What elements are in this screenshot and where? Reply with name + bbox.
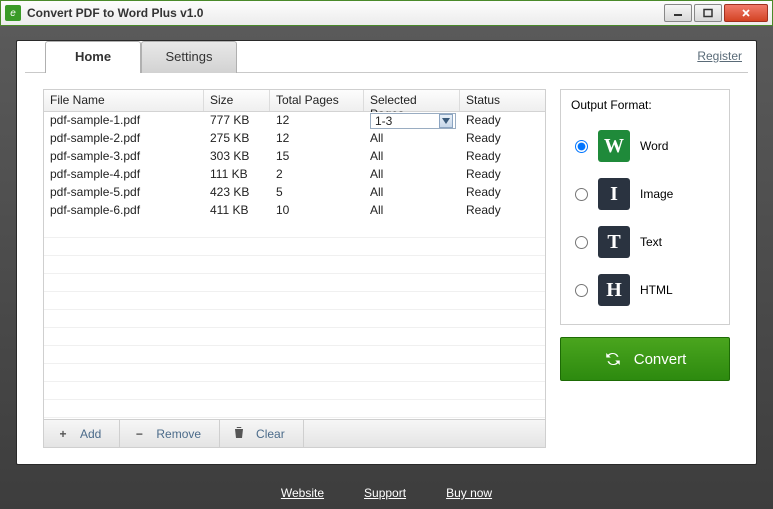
format-option-word[interactable]: W Word xyxy=(571,130,719,162)
footer: Website Support Buy now xyxy=(0,477,773,509)
word-icon: W xyxy=(598,130,630,162)
trash-icon xyxy=(232,426,246,442)
app-icon: e xyxy=(5,5,21,21)
cell-size: 275 KB xyxy=(204,130,270,148)
cell-total-pages: 2 xyxy=(270,166,364,184)
maximize-button[interactable] xyxy=(694,4,722,22)
cell-selected-pages: All xyxy=(364,184,460,202)
table-row[interactable]: pdf-sample-1.pdf777 KB12 1-3Ready xyxy=(44,112,545,130)
image-icon: I xyxy=(598,178,630,210)
cell-status: Ready xyxy=(460,130,545,148)
minus-icon: − xyxy=(132,427,146,441)
format-label: Text xyxy=(640,235,662,249)
cell-selected-pages: All xyxy=(364,130,460,148)
cell-selected-pages: All xyxy=(364,202,460,220)
cell-size: 411 KB xyxy=(204,202,270,220)
tab-settings[interactable]: Settings xyxy=(141,41,237,73)
cell-size: 423 KB xyxy=(204,184,270,202)
cell-filename: pdf-sample-4.pdf xyxy=(44,166,204,184)
cell-filename: pdf-sample-1.pdf xyxy=(44,112,204,130)
html-icon: H xyxy=(598,274,630,306)
format-label: HTML xyxy=(640,283,673,297)
cell-status: Ready xyxy=(460,184,545,202)
cell-status: Ready xyxy=(460,148,545,166)
close-button[interactable] xyxy=(724,4,768,22)
add-button[interactable]: +Add xyxy=(44,420,120,447)
format-label: Word xyxy=(640,139,668,153)
format-option-html[interactable]: H HTML xyxy=(571,274,719,306)
col-selected-pages[interactable]: Selected Pages xyxy=(364,90,460,111)
format-label: Image xyxy=(640,187,673,201)
plus-icon: + xyxy=(56,427,70,441)
format-radio-html[interactable] xyxy=(575,284,588,297)
format-option-image[interactable]: I Image xyxy=(571,178,719,210)
window-title: Convert PDF to Word Plus v1.0 xyxy=(27,6,664,20)
format-radio-image[interactable] xyxy=(575,188,588,201)
cell-status: Ready xyxy=(460,202,545,220)
convert-button[interactable]: Convert xyxy=(560,337,730,381)
table-row[interactable]: pdf-sample-5.pdf423 KB5AllReady xyxy=(44,184,545,202)
cell-total-pages: 12 xyxy=(270,130,364,148)
cell-filename: pdf-sample-3.pdf xyxy=(44,148,204,166)
cell-status: Ready xyxy=(460,112,545,130)
cell-selected-pages: All xyxy=(364,166,460,184)
table-row[interactable]: pdf-sample-3.pdf303 KB15AllReady xyxy=(44,148,545,166)
cell-size: 777 KB xyxy=(204,112,270,130)
table-toolbar: +Add −Remove Clear xyxy=(44,419,545,447)
website-link[interactable]: Website xyxy=(281,486,324,500)
cell-total-pages: 12 xyxy=(270,112,364,130)
table-row[interactable]: pdf-sample-2.pdf275 KB12AllReady xyxy=(44,130,545,148)
output-format-box: Output Format: W Word I Image T Text H HTML xyxy=(560,89,730,325)
cell-filename: pdf-sample-2.pdf xyxy=(44,130,204,148)
cell-size: 111 KB xyxy=(204,166,270,184)
cell-total-pages: 10 xyxy=(270,202,364,220)
titlebar: e Convert PDF to Word Plus v1.0 xyxy=(0,0,773,26)
col-total-pages[interactable]: Total Pages xyxy=(270,90,364,111)
table-row[interactable]: pdf-sample-4.pdf111 KB2AllReady xyxy=(44,166,545,184)
cell-filename: pdf-sample-6.pdf xyxy=(44,202,204,220)
table-row[interactable]: pdf-sample-6.pdf411 KB10AllReady xyxy=(44,202,545,220)
support-link[interactable]: Support xyxy=(364,486,406,500)
main-panel: Home Settings Register File Name Size To… xyxy=(16,40,757,465)
remove-button[interactable]: −Remove xyxy=(120,420,220,447)
cell-selected-pages[interactable]: 1-3 xyxy=(364,112,460,130)
cell-selected-pages: All xyxy=(364,148,460,166)
tab-home[interactable]: Home xyxy=(45,41,141,73)
cell-status: Ready xyxy=(460,166,545,184)
format-radio-text[interactable] xyxy=(575,236,588,249)
format-radio-word[interactable] xyxy=(575,140,588,153)
register-link[interactable]: Register xyxy=(697,49,742,63)
col-filename[interactable]: File Name xyxy=(44,90,204,111)
cell-filename: pdf-sample-5.pdf xyxy=(44,184,204,202)
cell-size: 303 KB xyxy=(204,148,270,166)
cell-total-pages: 5 xyxy=(270,184,364,202)
col-size[interactable]: Size xyxy=(204,90,270,111)
text-icon: T xyxy=(598,226,630,258)
minimize-button[interactable] xyxy=(664,4,692,22)
table-header: File Name Size Total Pages Selected Page… xyxy=(44,90,545,112)
refresh-icon xyxy=(604,350,622,368)
output-format-title: Output Format: xyxy=(571,98,719,112)
col-status[interactable]: Status xyxy=(460,90,545,111)
selected-pages-dropdown[interactable]: 1-3 xyxy=(370,113,456,129)
format-option-text[interactable]: T Text xyxy=(571,226,719,258)
buynow-link[interactable]: Buy now xyxy=(446,486,492,500)
file-table: File Name Size Total Pages Selected Page… xyxy=(43,89,546,448)
clear-button[interactable]: Clear xyxy=(220,420,304,447)
cell-total-pages: 15 xyxy=(270,148,364,166)
chevron-down-icon[interactable] xyxy=(439,114,453,128)
